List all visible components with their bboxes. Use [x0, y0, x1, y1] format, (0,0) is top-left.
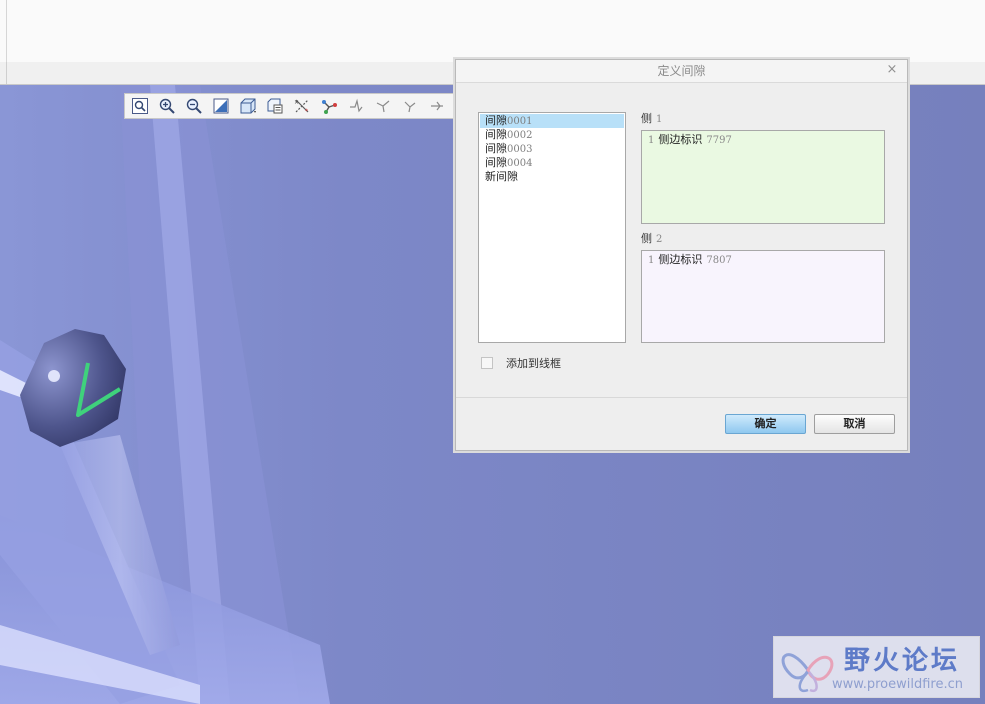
side-2-label: 侧2 — [641, 230, 662, 246]
annotation-2-icon — [376, 100, 390, 113]
ribbon-divider — [6, 0, 7, 62]
side-1-label: 侧1 — [641, 110, 662, 126]
clearance-number: 0003 — [507, 144, 533, 155]
svg-text:*: * — [305, 108, 308, 115]
forum-watermark: 野火论坛 www.proewildfire.cn — [773, 636, 980, 698]
clearance-name: 间隙 — [485, 128, 507, 141]
list-item[interactable]: 新间隙 — [480, 170, 624, 184]
entry-text: 侧边标识 — [658, 253, 703, 266]
dialog-divider — [456, 397, 907, 398]
side-1-entry[interactable]: 1 侧边标识 7797 — [648, 133, 878, 148]
entry-ref: 7807 — [706, 255, 732, 266]
datum-display-icon: ×* — [294, 99, 309, 115]
annotation-3-button[interactable] — [399, 95, 421, 117]
clearance-name: 间隙 — [485, 142, 507, 155]
zoom-out-button[interactable] — [183, 95, 205, 117]
clearance-number: 0002 — [507, 130, 533, 141]
define-clearance-dialog: 定义间隙 × 间隙0001 间隙0002 间隙0003 间隙0004 新间隙 侧… — [455, 59, 908, 451]
saved-views-button[interactable] — [264, 95, 286, 117]
side-1-label-text: 侧 — [641, 112, 652, 125]
annotation-4-button[interactable] — [426, 95, 448, 117]
clearance-number: 0004 — [507, 158, 533, 169]
list-item[interactable]: 间隙0001 — [480, 114, 624, 128]
display-style-button[interactable] — [237, 95, 259, 117]
side-2-label-text: 侧 — [641, 232, 652, 245]
ribbon-area — [0, 0, 985, 63]
zoom-fit-button[interactable] — [129, 95, 151, 117]
entry-index: 1 — [648, 255, 655, 266]
ok-button[interactable]: 确定 — [725, 414, 806, 434]
butterfly-logo-icon — [781, 653, 834, 693]
spin-center-icon — [322, 100, 337, 114]
watermark-title: 野火论坛 — [844, 646, 961, 676]
entry-index: 1 — [648, 135, 655, 146]
list-item[interactable]: 间隙0002 — [480, 128, 624, 142]
side-1-label-num: 1 — [656, 114, 663, 125]
zoom-out-icon — [186, 98, 202, 114]
graphics-toolbar: × * — [124, 93, 456, 119]
clearance-name: 间隙 — [485, 114, 507, 127]
side-2-label-num: 2 — [656, 234, 663, 245]
watermark-url: www.proewildfire.cn — [832, 677, 963, 692]
repaint-icon — [213, 98, 229, 114]
zoom-in-button[interactable] — [156, 95, 178, 117]
svg-text:×: × — [294, 99, 299, 106]
clearance-name: 新间隙 — [485, 170, 518, 183]
add-to-wireframe-checkbox[interactable] — [481, 357, 493, 369]
cancel-button[interactable]: 取消 — [814, 414, 895, 434]
zoom-fit-icon — [132, 98, 148, 114]
list-item[interactable]: 间隙0003 — [480, 142, 624, 156]
clearance-number: 0001 — [507, 116, 533, 127]
side-2-entry[interactable]: 1 侧边标识 7807 — [648, 253, 878, 268]
entry-ref: 7797 — [706, 135, 732, 146]
side-2-collector[interactable]: 1 侧边标识 7807 — [641, 250, 885, 343]
display-style-icon — [240, 98, 256, 114]
strip-divider — [6, 62, 7, 84]
add-to-wireframe-label: 添加到线框 — [506, 357, 561, 370]
clearance-name: 间隙 — [485, 156, 507, 169]
add-to-wireframe-row: 添加到线框 — [481, 356, 561, 370]
zoom-in-icon — [159, 98, 175, 114]
datum-display-button[interactable]: × * — [291, 95, 313, 117]
saved-views-icon — [267, 98, 283, 114]
close-icon[interactable]: × — [885, 63, 899, 77]
annotation-2-button[interactable] — [372, 95, 394, 117]
annotation-3-icon — [404, 101, 416, 113]
annotation-1-button[interactable] — [345, 95, 367, 117]
annotation-1-icon — [350, 98, 363, 113]
spin-center-button[interactable] — [318, 95, 340, 117]
side-1-collector[interactable]: 1 侧边标识 7797 — [641, 130, 885, 224]
repaint-button[interactable] — [210, 95, 232, 117]
list-item[interactable]: 间隙0004 — [480, 156, 624, 170]
entry-text: 侧边标识 — [658, 133, 703, 146]
clearance-list[interactable]: 间隙0001 间隙0002 间隙0003 间隙0004 新间隙 — [478, 112, 626, 343]
annotation-4-icon — [431, 101, 443, 111]
dialog-title: 定义间隙 — [456, 60, 907, 83]
